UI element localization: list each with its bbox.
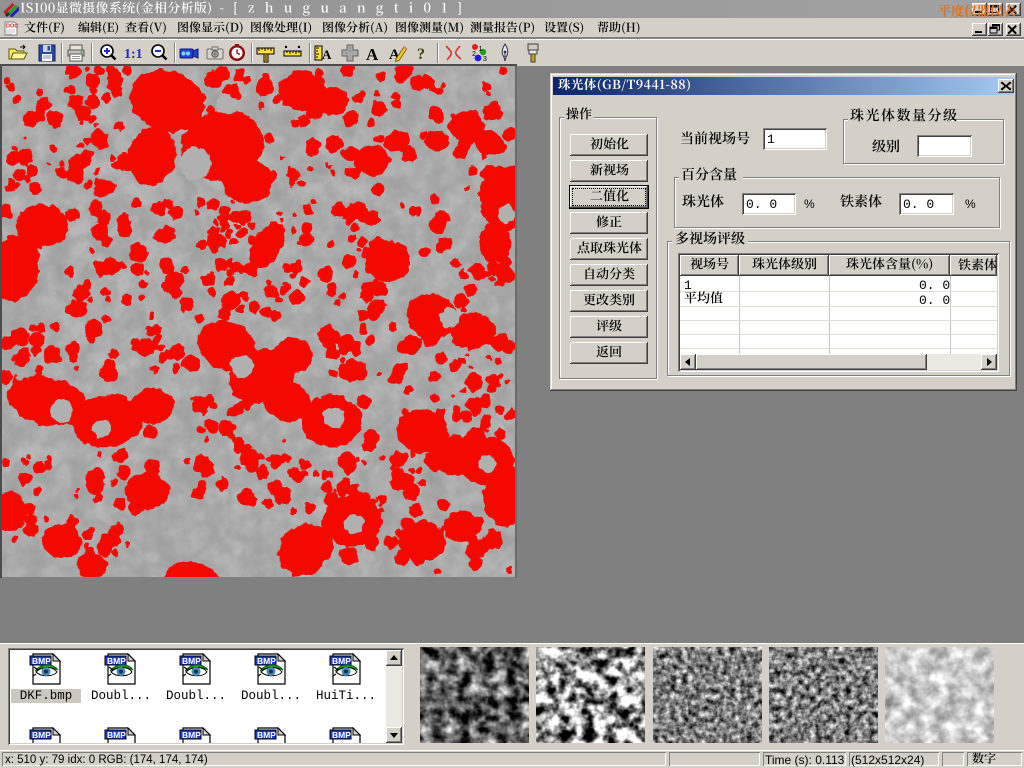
svg-text:1:1: 1:1: [124, 47, 143, 62]
svg-text:2: 2: [472, 51, 476, 58]
svg-text:BMP: BMP: [182, 730, 201, 740]
svg-text:BMP: BMP: [332, 730, 351, 740]
svg-text:BMP: BMP: [257, 730, 276, 740]
svg-text:A: A: [322, 47, 332, 62]
svg-text:3: 3: [483, 56, 487, 63]
svg-text:BMP: BMP: [32, 730, 51, 740]
svg-text:?: ?: [417, 46, 425, 63]
svg-text:BMP: BMP: [107, 730, 126, 740]
svg-text:A: A: [366, 45, 379, 63]
svg-text:1: 1: [479, 46, 483, 53]
svg-text:DOC: DOC: [6, 24, 18, 30]
